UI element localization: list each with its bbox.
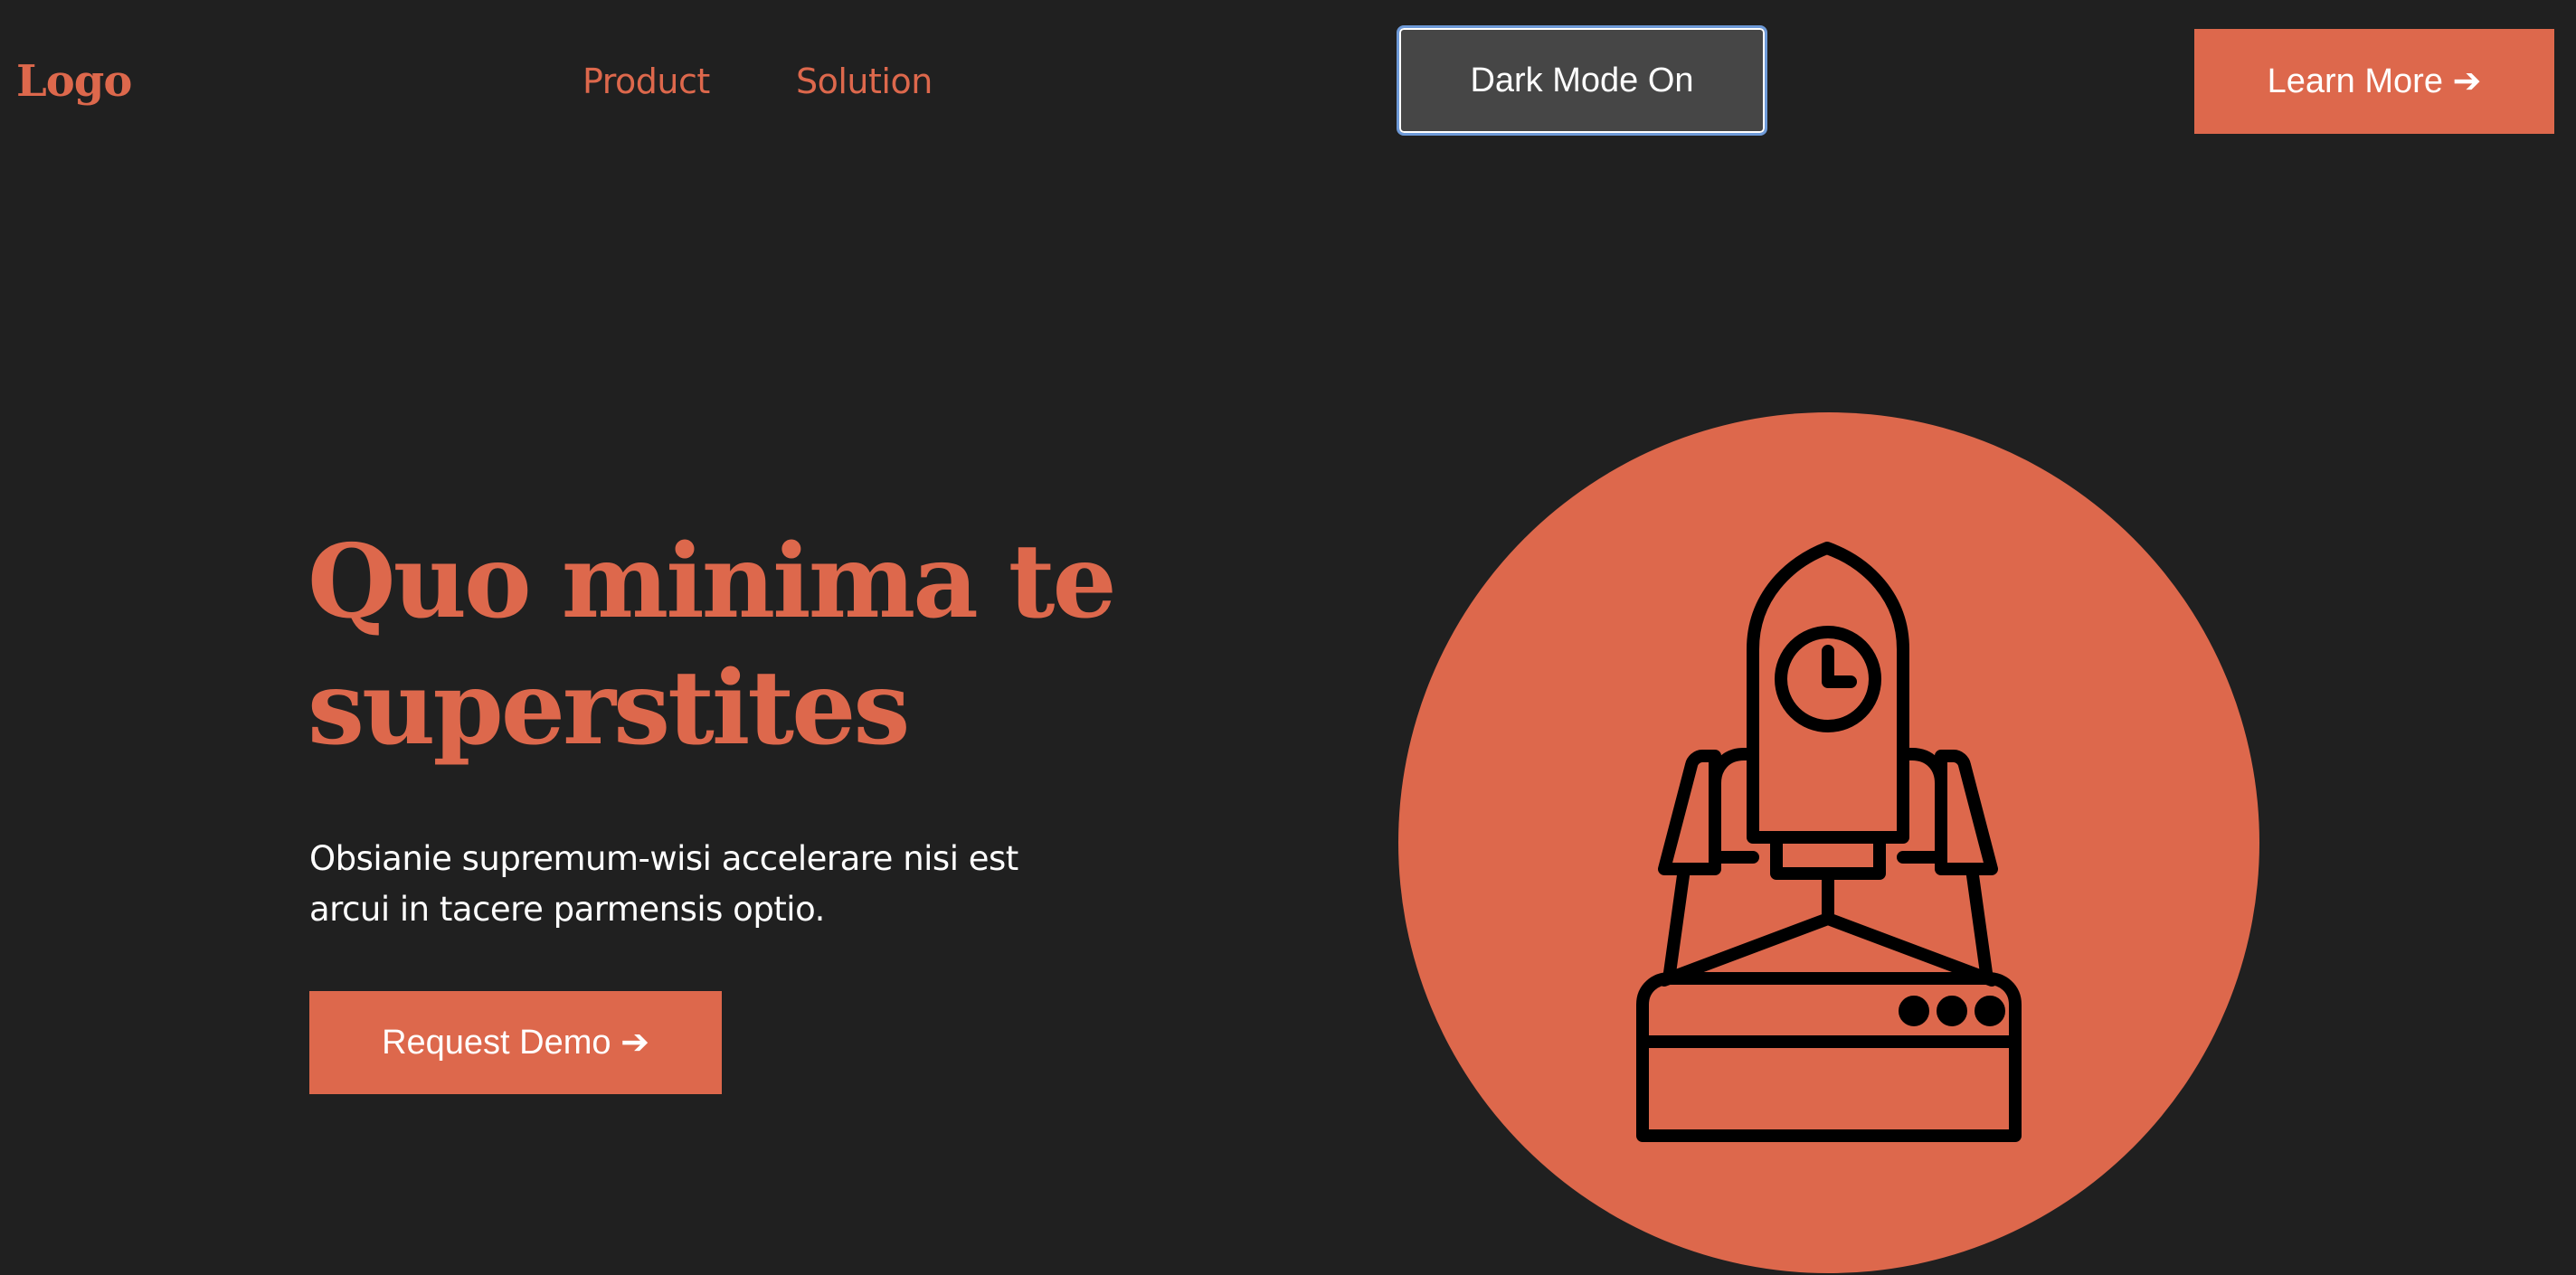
learn-more-button[interactable]: Learn More ➔ [2194,29,2554,134]
request-demo-button[interactable]: Request Demo ➔ [309,991,722,1094]
hero-title: Quo minima te superstites [308,519,1122,772]
hero-description: Obsianie supremum-wisi accelerare nisi e… [309,834,1123,935]
hero-title-line-1: Quo minima te [308,523,1117,641]
hero-description-line-1: Obsianie supremum-wisi accelerare nisi e… [309,839,1018,878]
nav-link-solution[interactable]: Solution [796,54,933,109]
hero-title-line-2: superstites [308,649,910,768]
logo[interactable]: Logo [16,47,132,116]
dark-mode-toggle-button[interactable]: Dark Mode On [1397,25,1767,136]
rocket-launch-icon [1636,542,2022,1142]
nav-link-product[interactable]: Product [582,54,710,109]
hero-description-line-2: arcui in tacere parmensis optio. [309,890,825,929]
